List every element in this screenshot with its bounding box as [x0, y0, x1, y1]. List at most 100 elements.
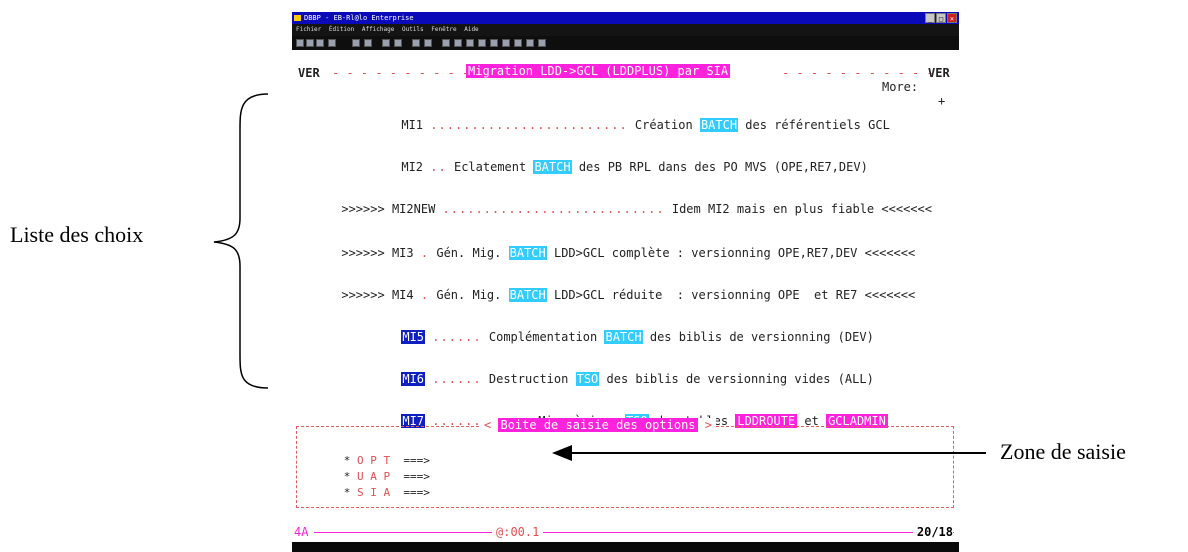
status-right: 20/18 — [912, 524, 953, 540]
screen-title-text: Migration LDD->GCL (LDDPLUS) par SIA — [466, 64, 731, 78]
bottom-info-bar — [292, 542, 959, 552]
header-right: VER — [928, 66, 950, 80]
toolbar-button[interactable] — [306, 39, 314, 47]
option-suffix: <<<<<<< — [881, 202, 932, 216]
minimize-button[interactable]: _ — [925, 13, 935, 23]
menu-item[interactable]: Édition — [329, 26, 354, 33]
arrow-icon — [552, 445, 986, 461]
field-star: * — [343, 486, 351, 499]
option-dots: . — [420, 288, 430, 302]
option-text: LDD>GCL complète : versionning OPE,RE7,D… — [553, 246, 858, 260]
toolbar-button[interactable] — [352, 39, 360, 47]
toolbar-button[interactable] — [316, 39, 324, 47]
toolbar-button[interactable] — [526, 39, 534, 47]
screen-title: Migration LDD->GCL (LDDPLUS) par SIA — [466, 64, 731, 78]
toolbar-button[interactable] — [538, 39, 546, 47]
menu-item[interactable]: Affichage — [362, 26, 395, 33]
batch-tag: BATCH — [699, 118, 739, 132]
toolbar-button[interactable] — [394, 39, 402, 47]
curly-brace-icon — [213, 93, 269, 389]
menu-option-mi3[interactable]: >>>>>> MI3 . Gén. Mig. BATCH LDD>GCL com… — [298, 232, 915, 274]
option-dots: ........................ — [430, 118, 628, 132]
option-prefix: >>>>>> — [341, 202, 385, 216]
toolbar-button[interactable] — [502, 39, 510, 47]
menu-option-mi4[interactable]: >>>>>> MI4 . Gén. Mig. BATCH LDD>GCL réd… — [298, 274, 915, 316]
header-left: VER — [298, 66, 320, 80]
status-divider — [314, 532, 954, 533]
option-code: MI1 — [401, 118, 424, 132]
option-dots: .. — [430, 160, 447, 174]
option-dots: ........................... — [442, 202, 665, 216]
maximize-button[interactable]: □ — [936, 13, 946, 23]
input-box-title: < Boite de saisie des options > — [480, 418, 717, 432]
toolbar-button[interactable] — [328, 39, 336, 47]
option-suffix: <<<<<<< — [864, 246, 916, 260]
option-code: MI2NEW — [391, 202, 436, 216]
more-sign: + — [938, 94, 946, 108]
status-left: 4A — [294, 525, 309, 539]
toolbar-button[interactable] — [466, 39, 474, 47]
option-code: MI4 — [391, 288, 414, 302]
menu-option-mi6[interactable]: MI6 ...... Destruction TSO des biblis de… — [358, 358, 874, 400]
toolbar-button[interactable] — [442, 39, 450, 47]
toolbar-button[interactable] — [490, 39, 498, 47]
menu-option-mi2new[interactable]: >>>>>> MI2NEW ..........................… — [298, 188, 932, 230]
option-text: des référentiels GCL — [745, 118, 890, 132]
toolbar-button[interactable] — [454, 39, 462, 47]
tso-tag: TSO — [575, 372, 600, 386]
app-icon — [294, 15, 301, 21]
title-bar: DBBP - EB-Rl@lo Enterprise _ □ × — [292, 12, 959, 24]
option-dots: ...... — [432, 372, 482, 386]
option-text: des biblis de versionning (DEV) — [649, 330, 874, 344]
option-prefix: >>>>>> — [341, 288, 385, 302]
choices-annotation: Liste des choix — [10, 222, 144, 247]
sia-input[interactable] — [437, 485, 637, 496]
toolbar-button[interactable] — [514, 39, 522, 47]
option-text: Gén. Mig. — [436, 288, 502, 302]
input-zone-annotation: Zone de saisie — [1000, 439, 1126, 464]
input-box-title-text: Boite de saisie des options — [498, 418, 698, 432]
option-text: des PB RPL dans des PO MVS (OPE,RE7,DEV) — [578, 160, 868, 174]
menu-option-mi5[interactable]: MI5 ...... Complémentation BATCH des bib… — [358, 316, 874, 358]
batch-tag: BATCH — [533, 160, 572, 174]
close-button[interactable]: × — [947, 13, 957, 23]
option-text: Création — [634, 118, 693, 132]
terminal-window: DBBP - EB-Rl@lo Enterprise _ □ × Fichier… — [292, 12, 959, 552]
batch-tag: BATCH — [508, 288, 547, 302]
option-code: MI2 — [401, 160, 424, 174]
option-code: MI5 — [401, 330, 426, 344]
option-code: MI6 — [401, 372, 426, 386]
option-text: des biblis de versionning vides (ALL) — [606, 372, 874, 386]
toolbar-button[interactable] — [478, 39, 486, 47]
menu-item[interactable]: Fichier — [296, 26, 321, 33]
option-suffix: <<<<<<< — [864, 288, 916, 302]
toolbar-button[interactable] — [412, 39, 420, 47]
batch-tag: BATCH — [604, 330, 643, 344]
option-text: Eclatement — [453, 160, 527, 174]
field-arrow: ===> — [403, 486, 430, 499]
option-text: LDD>GCL réduite : versionning OPE et RE7 — [553, 288, 858, 302]
menu-bar: Fichier Édition Affichage Outils Fenêtre… — [292, 24, 959, 36]
menu-item[interactable]: Outils — [402, 26, 424, 33]
toolbar-button[interactable] — [424, 39, 432, 47]
option-text: Complémentation — [488, 330, 598, 344]
menu-option-mi1[interactable]: MI1 ........................ Création BA… — [358, 104, 890, 146]
option-prefix: >>>>>> — [341, 246, 385, 260]
toolbar-button[interactable] — [364, 39, 372, 47]
status-bar: 4A @:00.1 20/18 — [292, 524, 959, 540]
option-dots: ...... — [432, 330, 482, 344]
toolbar-button[interactable] — [382, 39, 390, 47]
batch-tag: BATCH — [508, 246, 547, 260]
option-code: MI3 — [391, 246, 414, 260]
menu-item[interactable]: Aide — [464, 26, 478, 33]
header-dashes: - - - - - - - - - - - — [782, 66, 934, 80]
more-label: More: — [882, 80, 919, 94]
option-text: Gén. Mig. — [436, 246, 502, 260]
field-label: S I A — [357, 486, 391, 499]
toolbar — [292, 36, 959, 50]
menu-option-mi2[interactable]: MI2 .. Eclatement BATCH des PB RPL dans … — [358, 146, 868, 188]
option-text: Idem MI2 mais en plus fiable — [671, 202, 875, 216]
input-field-sia: * S I A ===> — [304, 472, 637, 512]
menu-item[interactable]: Fenêtre — [431, 26, 456, 33]
toolbar-button[interactable] — [296, 39, 304, 47]
